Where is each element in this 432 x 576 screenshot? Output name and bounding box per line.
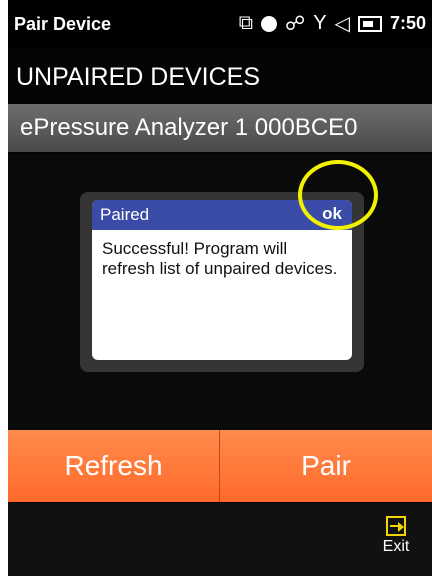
exit-icon: [386, 516, 406, 536]
clock: 7:50: [389, 13, 426, 33]
pair-button[interactable]: Pair: [220, 430, 432, 502]
dot-icon: [260, 15, 277, 32]
connection-icon: ⧉: [238, 12, 253, 34]
bottom-bar: [8, 503, 432, 576]
battery-icon: [357, 15, 382, 32]
volume-icon: ◁: [334, 13, 350, 35]
app-title: Pair Device: [14, 14, 112, 34]
exit-label: Exit: [382, 538, 410, 555]
section-title: UNPAIRED DEVICES: [16, 63, 261, 91]
wifi-icon: ☍: [284, 13, 306, 35]
device-list-item[interactable]: ePressure Analyzer 1 000BCE0: [8, 104, 432, 152]
dialog-title: Paired: [100, 205, 150, 224]
device-screen: Pair Device ⧉ ☍ Y ◁ 7:50 UNPAIRED DEVICE…: [8, 0, 432, 576]
action-bar: Refresh Pair: [8, 430, 432, 502]
status-bar: Pair Device ⧉ ☍ Y ◁ 7:50: [8, 0, 432, 48]
signal-icon: Y: [313, 12, 327, 34]
dialog-message: Successful! Program will refresh list of…: [102, 239, 338, 278]
ok-highlight-circle: [298, 160, 378, 230]
status-icons: ⧉ ☍ Y ◁ 7:50: [239, 11, 426, 36]
exit-button[interactable]: Exit: [375, 512, 417, 568]
refresh-button[interactable]: Refresh: [8, 430, 220, 502]
paired-dialog: Paired ok Successful! Program will refre…: [92, 200, 352, 360]
